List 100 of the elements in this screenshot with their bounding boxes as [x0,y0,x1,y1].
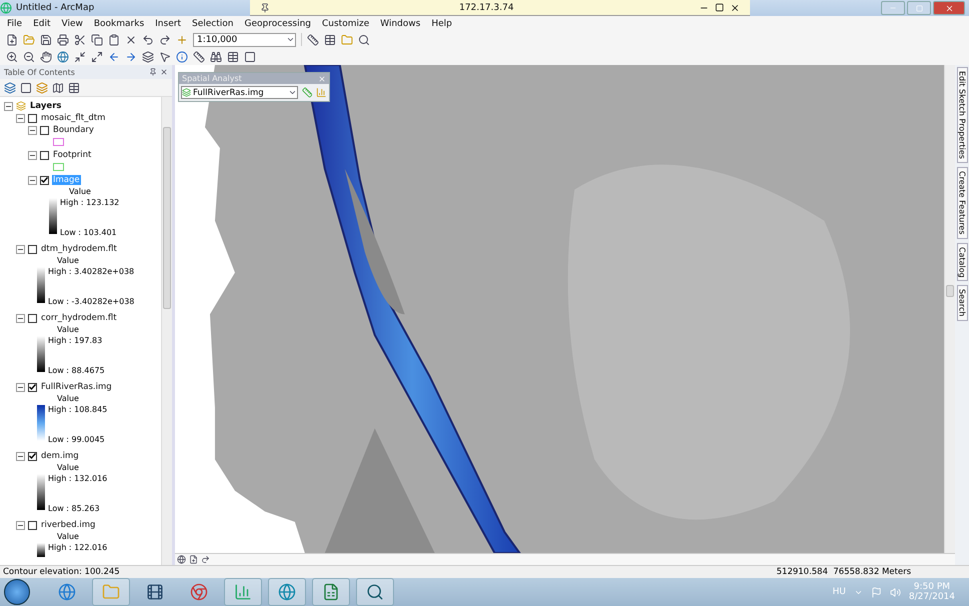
pin-icon[interactable] [149,68,157,76]
close-icon[interactable] [160,68,168,76]
pan-hand-icon[interactable] [40,50,52,62]
bar-chart-icon [234,583,252,601]
collapse-toggle[interactable] [16,382,25,392]
legend-high: High : 132.016 [48,473,108,484]
spreadsheet-icon [322,583,340,601]
legend-high: High : 122.016 [48,542,108,553]
zoom-in-icon[interactable] [6,50,18,62]
dock-tab[interactable]: Edit Sketch Properties [956,67,968,163]
scrollbar[interactable] [161,97,172,565]
magnifier-taskbar-button[interactable] [356,578,394,606]
layer-checkbox[interactable] [28,520,37,530]
clipboard-icon[interactable] [108,34,120,46]
layer-name[interactable]: Boundary [52,125,95,135]
collapse-toggle[interactable] [16,314,25,322]
layer-name[interactable]: dem.img [40,451,80,461]
menu-item[interactable]: Windows [380,18,420,28]
collapse-toggle[interactable] [28,150,37,160]
menu-item[interactable]: Edit [33,18,50,28]
legend-heading: Value [68,186,92,197]
magnifier-icon [366,583,384,601]
zoom-out-icon[interactable] [23,50,35,62]
info-icon[interactable] [176,50,188,62]
layers-icon[interactable] [142,50,154,62]
scrollbar[interactable] [944,65,955,553]
collapse-toggle[interactable] [16,452,25,460]
collapse-toggle[interactable] [16,244,25,254]
printer-icon[interactable] [57,34,69,46]
layer-dropdown[interactable]: FullRiverRas.img [181,86,298,99]
scissors-icon[interactable] [74,34,86,46]
globe-icon[interactable] [57,50,69,62]
window-title: Untitled - ArcMap [16,3,94,13]
legend-heading: Value [56,393,80,404]
restore-icon[interactable] [715,3,724,12]
menu-item[interactable]: Help [431,18,452,28]
menu-item[interactable]: Customize [322,18,370,28]
pin-icon[interactable] [260,2,270,12]
collapse-toggle[interactable] [28,126,37,134]
layer-checkbox[interactable] [40,176,49,184]
layer-icon [182,88,191,97]
start-button[interactable] [4,579,30,605]
dock-tab[interactable]: Create Features [956,166,968,238]
collapse-toggle[interactable] [28,176,37,184]
legend-high: High : 3.40282e+038 [48,266,134,277]
layer-name[interactable]: corr_hydrodem.flt [40,313,118,323]
spreadsheet-taskbar-button[interactable] [312,578,350,606]
select-pointer-icon[interactable] [159,50,171,62]
film-icon [146,583,164,601]
data-frame-name[interactable]: Layers [29,101,62,111]
layer-checkbox[interactable] [28,114,37,122]
save-icon[interactable] [40,34,52,46]
new-document-icon[interactable] [6,34,18,46]
check-icon [29,453,36,459]
close-icon[interactable] [730,2,740,12]
search-icon[interactable] [358,34,370,46]
menu-item[interactable]: Bookmarks [94,18,144,28]
table-icon[interactable] [227,50,239,62]
menu-item[interactable]: Selection [192,18,234,28]
globe-icon [278,583,296,601]
legend-heading: Value [56,324,80,335]
chrome-icon [190,583,208,601]
redo-icon[interactable] [159,34,171,46]
dock-tab[interactable]: Search [956,285,968,321]
layer-checkbox[interactable] [28,452,37,460]
layer-name[interactable]: mosaic_flt_dtm [40,113,106,123]
toolbar-title: Spatial Analyst [182,74,242,83]
check-icon [29,384,36,390]
layer-checkbox[interactable] [28,244,37,254]
maximize-icon [916,4,922,12]
table-icon[interactable] [324,34,336,46]
menu-item[interactable]: View [62,18,83,28]
collapse-toggle[interactable] [16,114,25,122]
back-arrow-icon[interactable] [108,50,120,62]
globe-taskbar-button[interactable] [268,578,306,606]
collapse-toggle[interactable] [4,102,13,110]
forward-arrow-icon[interactable] [125,50,137,62]
menu-item[interactable]: File [7,18,22,28]
legend-low: Low : 88.4675 [48,365,105,376]
layer-name[interactable]: FullRiverRas.img [40,382,113,392]
layer-checkbox[interactable] [40,126,49,134]
status-message: Contour elevation: 100.245 [3,567,120,577]
copy-icon[interactable] [91,34,103,46]
ruler-icon[interactable] [193,50,205,62]
layer-checkbox[interactable] [28,314,37,322]
scale-dropdown[interactable]: 1:10,000 [193,32,296,46]
layer-checkbox[interactable] [40,150,49,160]
binoculars-icon[interactable] [210,50,222,62]
collapse-toggle[interactable] [16,520,25,530]
layer-name[interactable]: Footprint [52,150,92,160]
check-icon [41,177,48,183]
layer-name[interactable]: dtm_hydrodem.flt [40,244,118,254]
legend-high: High : 108.845 [48,404,108,415]
layer-name[interactable]: riverbed.img [40,520,96,530]
dock-tab[interactable]: Catalog [956,242,968,282]
menu-item[interactable]: Insert [155,18,181,28]
undo-icon[interactable] [142,34,154,46]
menu-item[interactable]: Geoprocessing [244,18,311,28]
layer-checkbox[interactable] [28,382,37,392]
delete-icon[interactable] [125,34,137,46]
